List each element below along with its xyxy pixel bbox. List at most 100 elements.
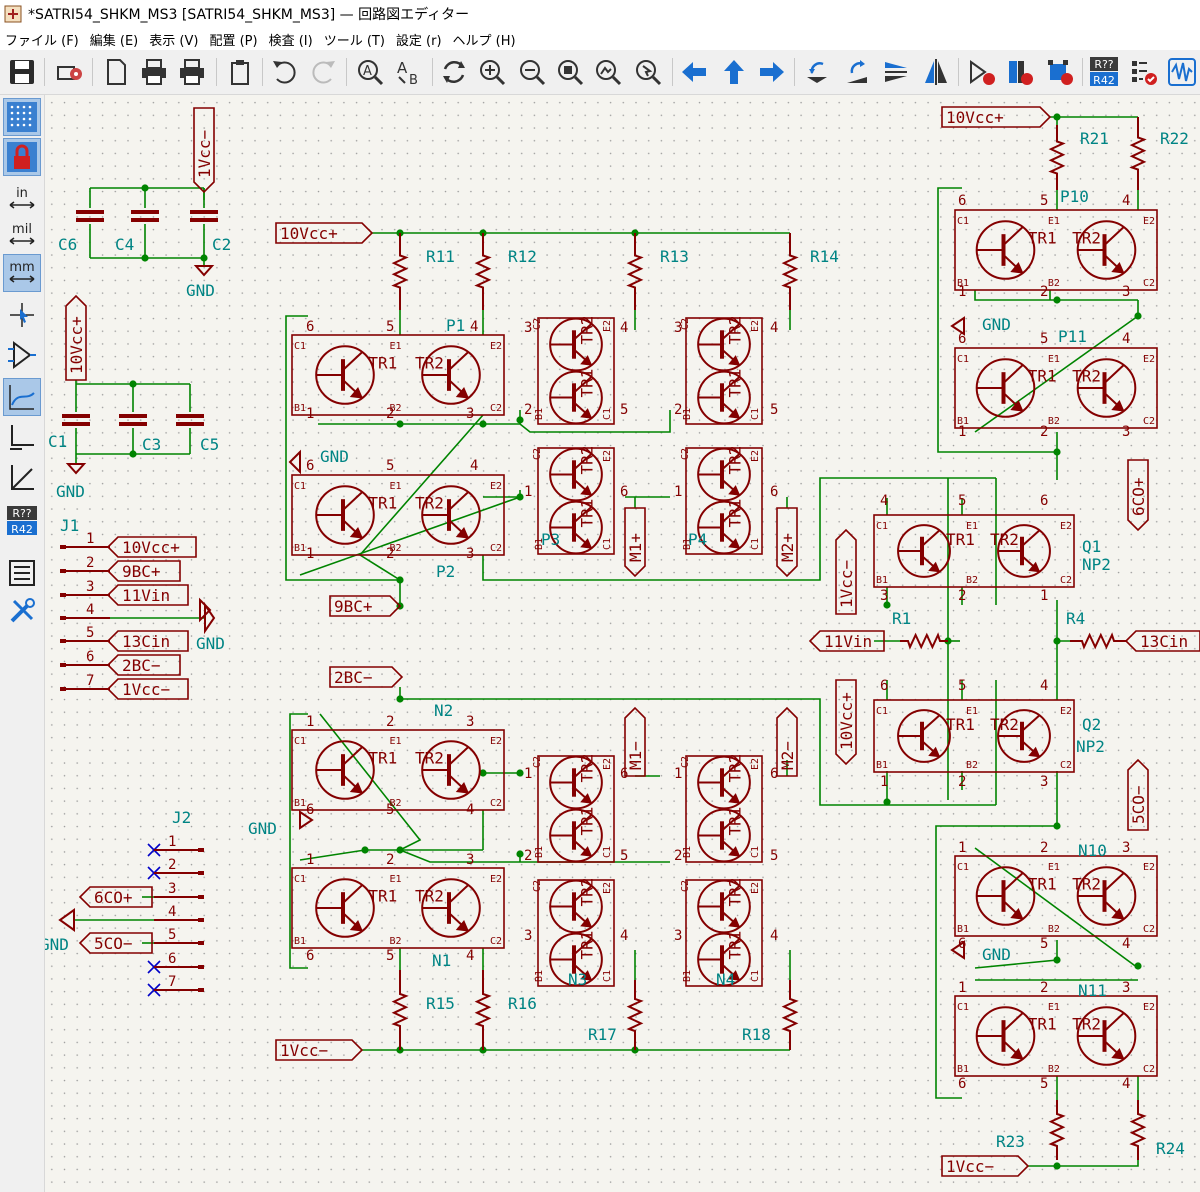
hidden-pins-icon[interactable] <box>4 337 40 373</box>
units-inch-icon[interactable]: in <box>4 181 40 217</box>
pin-number: 4 <box>466 948 474 964</box>
schematic-canvas[interactable]: 1Vcc− C6 C4 C2 GND 10Vcc+ C1 C3 C5 GND J1 1 2 3 4 5 6 7 10… <box>45 95 1200 1192</box>
right-angle-wire-icon[interactable] <box>4 419 40 455</box>
junction <box>516 416 524 424</box>
pin-number: 1 <box>958 980 966 996</box>
paste-icon[interactable] <box>222 54 258 90</box>
net-flag-j1-11vin-text: 11Vin <box>122 586 170 605</box>
ic-ref: N10 <box>1078 841 1107 860</box>
save-icon[interactable] <box>4 54 40 90</box>
zoom-fit-icon[interactable] <box>552 54 588 90</box>
free-angle-wire-icon[interactable] <box>3 378 41 416</box>
pin-label: C2 <box>532 880 543 892</box>
symbol-browser-icon[interactable] <box>1002 54 1038 90</box>
grid-lock-icon[interactable] <box>3 138 41 176</box>
undo-icon[interactable] <box>266 54 302 90</box>
pin-number: 6 <box>770 766 778 782</box>
pin-number: 6 <box>620 484 628 500</box>
pin-label: B1 <box>876 575 888 586</box>
angle-45-wire-icon[interactable] <box>4 459 40 495</box>
pin-number: 3 <box>466 546 474 562</box>
pin-label: C2 <box>490 936 502 947</box>
pin-label: C2 <box>490 798 502 809</box>
pin-label: C2 <box>532 318 543 330</box>
pin-number: 5 <box>1040 936 1048 952</box>
tr2-label: TR2 <box>990 530 1019 549</box>
page-settings-icon[interactable] <box>98 54 134 90</box>
properties-tools-icon[interactable] <box>4 593 40 629</box>
zoom-in-icon[interactable] <box>474 54 510 90</box>
pin-number: 5 <box>1040 331 1048 347</box>
hierarchy-navigator-icon[interactable] <box>4 555 40 591</box>
pin-label: E2 <box>602 882 613 894</box>
tr1-label: TR1 <box>1028 229 1057 248</box>
units-mil-icon[interactable]: mil <box>4 217 40 253</box>
pin-number: 3 <box>880 588 888 604</box>
mirror-v-icon[interactable] <box>878 54 914 90</box>
svg-text:A: A <box>363 64 372 79</box>
menu-file[interactable]: ファイル (F) <box>0 30 85 49</box>
navigate-back-icon[interactable] <box>676 54 712 90</box>
pin-number: 5 <box>86 625 94 641</box>
label-text: J2 <box>172 808 191 827</box>
redo-icon[interactable] <box>306 54 342 90</box>
navigate-up-icon[interactable] <box>716 54 752 90</box>
ic-ref: N11 <box>1078 981 1107 1000</box>
mirror-h-icon[interactable] <box>918 54 954 90</box>
units-mm-icon[interactable]: mm <box>3 254 41 292</box>
refresh-icon[interactable] <box>436 54 472 90</box>
annotate-icon[interactable]: R?? R42 <box>1086 54 1122 90</box>
zoom-tool-icon[interactable] <box>630 54 666 90</box>
tr1-label: TR1 <box>726 931 745 960</box>
pin-label: C1 <box>602 970 613 982</box>
find-icon[interactable]: A <box>352 54 388 90</box>
menu-help[interactable]: ヘルプ (H) <box>448 30 522 49</box>
pin-label: C2 <box>680 880 691 892</box>
pin-label: B2 <box>966 575 978 586</box>
pin-label: E1 <box>966 521 978 532</box>
menu-edit[interactable]: 編集 (E) <box>85 30 145 49</box>
label-text: R23 <box>996 1132 1025 1151</box>
pin-label: B1 <box>294 936 306 947</box>
plot-icon[interactable] <box>174 54 210 90</box>
grid-toggle-icon[interactable] <box>3 98 41 136</box>
footprint-editor-icon[interactable] <box>1042 54 1078 90</box>
left-toolbar: in mil mm R?? R42 <box>0 95 45 1192</box>
pin-label: B1 <box>294 543 306 554</box>
navigate-forward-icon[interactable] <box>754 54 790 90</box>
annotate-side-icon[interactable]: R?? R42 <box>4 503 40 539</box>
zoom-out-icon[interactable] <box>514 54 550 90</box>
menu-tools[interactable]: ツール (T) <box>319 30 391 49</box>
net-flag-10vcc-p-text: 10Vcc+ <box>280 224 338 243</box>
pin-number: 6 <box>770 484 778 500</box>
pin-label: C1 <box>750 970 761 982</box>
schematic-setup-icon[interactable] <box>52 54 88 90</box>
junction <box>1053 822 1061 830</box>
menu-place[interactable]: 配置 (P) <box>204 30 263 49</box>
erc-icon[interactable] <box>1126 54 1162 90</box>
gnd-label: GND <box>45 935 69 954</box>
menu-settings[interactable]: 設定 (r) <box>391 30 448 49</box>
menu-view[interactable]: 表示 (V) <box>144 30 204 49</box>
tr2-label: TR2 <box>726 446 745 475</box>
menu-inspect[interactable]: 検査 (I) <box>264 30 319 49</box>
cursor-icon[interactable] <box>4 297 40 333</box>
tr2-label: TR2 <box>415 354 444 373</box>
print-icon[interactable] <box>136 54 172 90</box>
find-replace-icon[interactable]: AB <box>392 54 428 90</box>
simulator-icon[interactable] <box>1164 54 1200 90</box>
rotate-cw-icon[interactable] <box>840 54 876 90</box>
junction <box>129 450 137 458</box>
svg-text:mil: mil <box>12 222 32 237</box>
rotate-ccw-icon[interactable] <box>800 54 836 90</box>
tr1-label: TR1 <box>726 369 745 398</box>
pin-label: C1 <box>957 862 969 873</box>
symbol-editor-icon[interactable] <box>964 54 1000 90</box>
tr1-label: TR1 <box>368 749 397 768</box>
menu-bar: ファイル (F) 編集 (E) 表示 (V) 配置 (P) 検査 (I) ツール… <box>0 28 1200 50</box>
ic-ref: P11 <box>1058 327 1087 346</box>
zoom-objects-icon[interactable] <box>590 54 626 90</box>
label-text: R18 <box>742 1025 771 1044</box>
pin-number: 2 <box>1040 424 1048 440</box>
pin-label: C2 <box>490 543 502 554</box>
